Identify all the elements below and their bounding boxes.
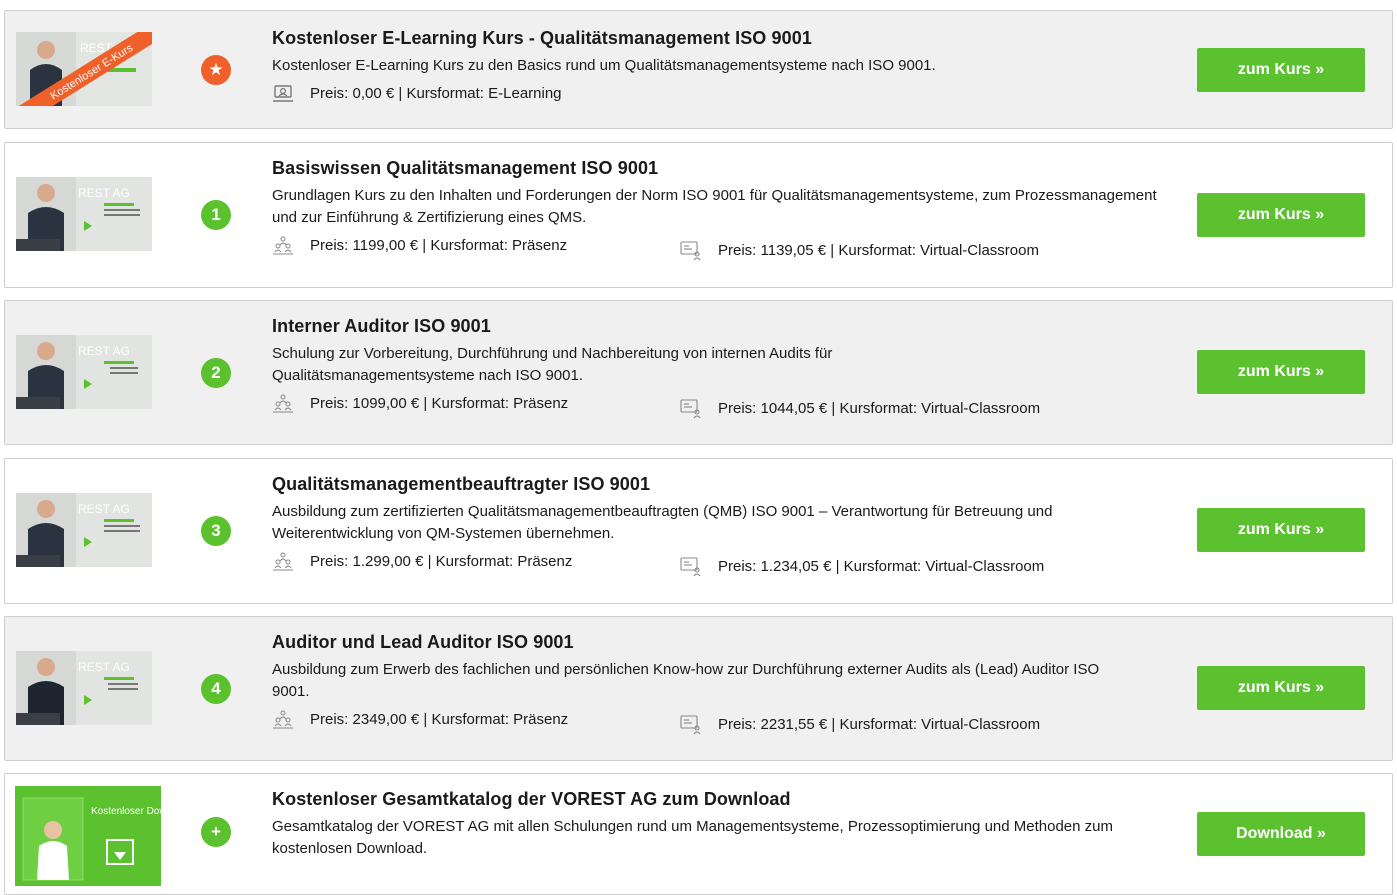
zum-kurs-button[interactable]: zum Kurs » — [1197, 350, 1365, 394]
price-row: Preis: 2349,00 € | Kursformat: Präsenz P… — [272, 709, 1162, 735]
price-text: Preis: 1044,05 € | Kursformat: Virtual-C… — [718, 400, 1041, 417]
thumb-brand: REST AG — [78, 344, 130, 358]
price-row: Preis: 1199,00 € | Kursformat: Präsenz P… — [272, 235, 1162, 261]
step-number: 2 — [211, 363, 221, 382]
classroom-presence-icon — [272, 236, 296, 256]
price-text: Preis: 1199,00 € | Kursformat: Präsenz — [310, 237, 568, 254]
featured-star-badge: ★ — [201, 55, 231, 85]
price-presence: Preis: 1199,00 € | Kursformat: Präsenz — [272, 235, 567, 257]
classroom-presence-icon — [272, 710, 296, 730]
classroom-presence-icon — [272, 552, 296, 572]
step-badge: 2 — [201, 358, 231, 388]
price-virtual: Preis: 1044,05 € | Kursformat: Virtual-C… — [680, 398, 1040, 420]
price-virtual: Preis: 2231,55 € | Kursformat: Virtual-C… — [680, 714, 1040, 736]
course-card-qmb: REST AG 3 Qualitätsmanagementbeauftragte… — [4, 458, 1393, 604]
classroom-presence-icon — [272, 394, 296, 414]
price-presence: Preis: 2349,00 € | Kursformat: Präsenz — [272, 709, 568, 731]
course-card-basiswissen: REST AG 1 Basiswissen Qualitätsmanagemen… — [4, 142, 1393, 288]
price-presence: Preis: 1.299,00 € | Kursformat: Präsenz — [272, 551, 572, 573]
price-row: Preis: 0,00 € | Kursformat: E-Learning — [272, 83, 1162, 105]
price-text: Preis: 0,00 € | Kursformat: E-Learning — [310, 85, 562, 102]
price-virtual: Preis: 1.234,05 € | Kursformat: Virtual-… — [680, 556, 1044, 578]
elearning-icon — [272, 84, 296, 104]
catalog-thumbnail[interactable]: Kostenloser Download — [15, 786, 161, 886]
course-description: Ausbildung zum zertifizierten Qualitätsm… — [272, 503, 1053, 542]
thumb-brand: REST AG — [78, 660, 130, 674]
price-row: Preis: 1099,00 € | Kursformat: Präsenz P… — [272, 393, 1162, 419]
course-description: Grundlagen Kurs zu den Inhalten und Ford… — [272, 187, 1157, 226]
price-text: Preis: 1.299,00 € | Kursformat: Präsenz — [310, 553, 573, 570]
step-badge: 4 — [201, 674, 231, 704]
course-title[interactable]: Basiswissen Qualitätsmanagement ISO 9001 — [272, 157, 1162, 179]
course-title[interactable]: Qualitätsmanagementbeauftragter ISO 9001 — [272, 473, 1162, 495]
price-text: Preis: 1139,05 € | Kursformat: Virtual-C… — [718, 242, 1039, 259]
course-card-lead-auditor: REST AG 4 Auditor und Lead Auditor ISO 9… — [4, 616, 1393, 761]
virtual-classroom-icon — [680, 241, 704, 261]
virtual-classroom-icon — [680, 715, 704, 735]
price-text: Preis: 2349,00 € | Kursformat: Präsenz — [310, 711, 569, 728]
course-title[interactable]: Auditor und Lead Auditor ISO 9001 — [272, 631, 1162, 653]
price-row: Preis: 1.299,00 € | Kursformat: Präsenz … — [272, 551, 1162, 577]
course-description: Kostenloser E-Learning Kurs zu den Basic… — [272, 57, 936, 74]
catalog-title[interactable]: Kostenloser Gesamtkatalog der VOREST AG … — [272, 788, 1162, 810]
course-card-interner-auditor: REST AG 2 Interner Auditor ISO 9001 Schu… — [4, 300, 1393, 445]
price-text: Preis: 1.234,05 € | Kursformat: Virtual-… — [718, 558, 1045, 575]
course-thumbnail[interactable]: REST AG — [16, 335, 152, 409]
download-button[interactable]: Download » — [1197, 812, 1365, 856]
catalog-download-card: Kostenloser Download + Kostenloser Gesam… — [4, 773, 1393, 895]
price-presence: Preis: 1099,00 € | Kursformat: Präsenz — [272, 393, 568, 415]
course-thumbnail[interactable]: REST AG — [16, 493, 152, 567]
zum-kurs-button[interactable]: zum Kurs » — [1197, 508, 1365, 552]
plus-icon: + — [211, 822, 221, 841]
virtual-classroom-icon — [680, 557, 704, 577]
step-badge: 1 — [201, 200, 231, 230]
step-number: 1 — [211, 205, 221, 224]
course-description: Ausbildung zum Erwerb des fachlichen und… — [272, 661, 1100, 700]
course-card-elearning: REST AG Kostenloser E-Kurs ★ Kostenloser… — [4, 10, 1393, 129]
course-title[interactable]: Kostenloser E-Learning Kurs - Qualitätsm… — [272, 27, 1162, 49]
zum-kurs-button[interactable]: zum Kurs » — [1197, 48, 1365, 92]
price-elearning: Preis: 0,00 € | Kursformat: E-Learning — [272, 83, 562, 105]
thumb-overlay-label: Kostenloser Download — [91, 806, 161, 817]
zum-kurs-button[interactable]: zum Kurs » — [1197, 193, 1365, 237]
step-badge: 3 — [201, 516, 231, 546]
price-text: Preis: 1099,00 € | Kursformat: Präsenz — [310, 395, 569, 412]
price-virtual: Preis: 1139,05 € | Kursformat: Virtual-C… — [680, 240, 1039, 262]
course-description: Schulung zur Vorbereitung, Durchführung … — [272, 345, 833, 384]
virtual-classroom-icon — [680, 399, 704, 419]
plus-badge: + — [201, 817, 231, 847]
price-text: Preis: 2231,55 € | Kursformat: Virtual-C… — [718, 716, 1041, 733]
course-thumbnail[interactable]: REST AG — [16, 651, 152, 725]
thumb-brand: REST AG — [78, 502, 130, 516]
step-number: 3 — [211, 521, 221, 540]
course-title[interactable]: Interner Auditor ISO 9001 — [272, 315, 1162, 337]
course-thumbnail[interactable]: REST AG — [16, 177, 152, 251]
step-number: 4 — [211, 679, 221, 698]
catalog-description: Gesamtkatalog der VOREST AG mit allen Sc… — [272, 818, 1113, 857]
course-thumbnail[interactable]: REST AG Kostenloser E-Kurs — [16, 32, 152, 106]
thumb-brand: REST AG — [78, 186, 130, 200]
star-icon: ★ — [208, 60, 224, 79]
zum-kurs-button[interactable]: zum Kurs » — [1197, 666, 1365, 710]
